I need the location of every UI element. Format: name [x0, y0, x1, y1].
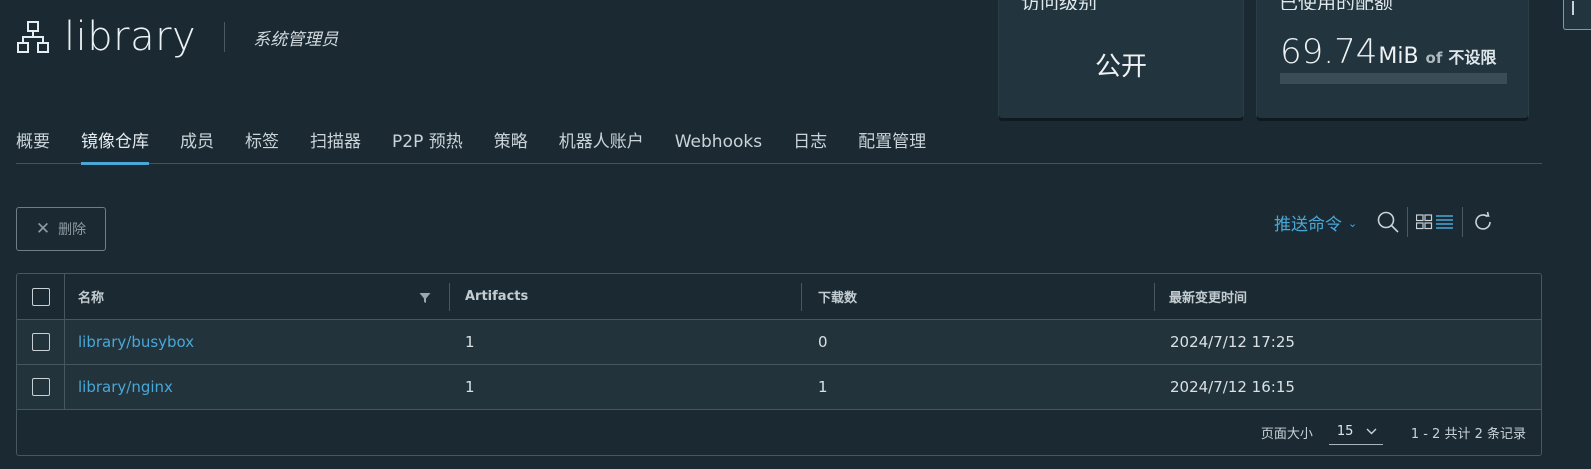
- quota-title: 已使用的配额: [1279, 0, 1393, 10]
- row-checkbox[interactable]: [31, 333, 50, 351]
- push-command-label: 推送命令: [1274, 214, 1342, 235]
- tab-0[interactable]: 概要: [16, 128, 50, 164]
- repository-table: 名称 Artifacts 下载数 最新变更时间 library/busybox …: [16, 273, 1542, 456]
- quota-card: 已使用的配额 69.74 MiB of 不设限: [1257, 0, 1528, 118]
- quota-used-value: 69.74: [1280, 32, 1378, 72]
- search-icon[interactable]: [1375, 209, 1401, 235]
- tab-2[interactable]: 成员: [180, 128, 214, 164]
- column-header-pulls[interactable]: 下载数: [818, 274, 857, 319]
- last-modified-time: 2024/7/12 16:15: [1170, 378, 1295, 396]
- user-role: 系统管理员: [253, 29, 339, 50]
- last-modified-time: 2024/7/12 17:25: [1170, 333, 1295, 351]
- table-header: 名称 Artifacts 下载数 最新变更时间: [17, 274, 1541, 320]
- column-divider: [449, 283, 450, 311]
- artifacts-count: 1: [465, 378, 475, 396]
- tab-5[interactable]: P2P 预热: [392, 128, 463, 164]
- access-level-title: 访问级别: [1021, 0, 1097, 10]
- project-header: library 系统管理员: [16, 10, 338, 64]
- tab-4[interactable]: 扫描器: [310, 128, 361, 164]
- quota-usage: 69.74 MiB of 不设限: [1280, 32, 1496, 72]
- repository-name-link[interactable]: library/nginx: [78, 378, 173, 396]
- access-level-value: 公开: [1094, 52, 1147, 82]
- side-panel-toggle-button[interactable]: [1563, 0, 1591, 30]
- chevron-down-icon: [1366, 428, 1377, 435]
- filter-icon[interactable]: [419, 292, 431, 304]
- select-all-checkbox[interactable]: [31, 287, 50, 306]
- tab-7[interactable]: 机器人账户: [559, 128, 644, 164]
- tab-6[interactable]: 策略: [494, 128, 528, 164]
- column-divider: [1154, 283, 1155, 311]
- page-size-value: 15: [1336, 424, 1354, 439]
- column-divider: [801, 283, 802, 311]
- chevron-down-icon: ⌄: [1348, 216, 1358, 230]
- delete-button-label: 删除: [58, 222, 87, 238]
- quota-of-label: of: [1425, 49, 1443, 67]
- refresh-icon[interactable]: [1471, 209, 1495, 235]
- page-size-select[interactable]: 15: [1328, 419, 1383, 445]
- pull-count: 1: [818, 378, 828, 396]
- tab-10[interactable]: 配置管理: [858, 128, 926, 164]
- project-tree-icon: [17, 21, 49, 53]
- header-divider: [224, 22, 226, 52]
- row-checkbox-cell: [17, 365, 65, 409]
- tab-3[interactable]: 标签: [245, 128, 279, 164]
- table-row[interactable]: library/busybox 1 0 2024/7/12 17:25: [17, 320, 1541, 365]
- pagination-summary: 1 - 2 共计 2 条记录: [1410, 426, 1526, 442]
- project-tabs: 概要 镜像仓库 成员 标签 扫描器 P2P 预热 策略 机器人账户 Webhooks 日志 配置管理: [16, 128, 1542, 165]
- quota-limit-value: 不设限: [1448, 48, 1497, 67]
- tab-8[interactable]: Webhooks: [675, 128, 762, 164]
- table-row[interactable]: library/nginx 1 1 2024/7/12 16:15: [17, 365, 1541, 410]
- pull-count: 0: [818, 333, 828, 351]
- toolbar-divider: [1462, 207, 1464, 237]
- row-checkbox-cell: [17, 320, 65, 364]
- page-size-label: 页面大小: [1260, 426, 1313, 442]
- panel-icon: [1572, 1, 1582, 15]
- delete-button[interactable]: ✕ 删除: [16, 207, 106, 251]
- grid-list-toggle-icon[interactable]: [1416, 209, 1454, 235]
- repository-name-link[interactable]: library/busybox: [78, 333, 194, 351]
- table-footer: 页面大小 15 1 - 2 共计 2 条记录: [17, 409, 1541, 455]
- project-name: library: [64, 14, 197, 60]
- select-all-checkbox-cell: [17, 274, 65, 319]
- quota-progress-bar: [1280, 73, 1507, 84]
- quota-used-unit: MiB: [1378, 44, 1419, 69]
- repo-toolbar: 推送命令 ⌄: [1274, 206, 1495, 238]
- row-checkbox[interactable]: [31, 378, 50, 396]
- column-header-name[interactable]: 名称: [78, 274, 104, 319]
- toolbar-divider: [1407, 207, 1409, 237]
- push-command-dropdown[interactable]: 推送命令 ⌄: [1274, 210, 1357, 235]
- tab-9[interactable]: 日志: [793, 128, 827, 164]
- tab-1[interactable]: 镜像仓库: [81, 128, 149, 165]
- close-icon: ✕: [35, 219, 51, 239]
- access-level-card: 访问级别 公开: [999, 0, 1243, 118]
- column-header-artifacts[interactable]: Artifacts: [465, 274, 528, 319]
- column-header-updated[interactable]: 最新变更时间: [1169, 274, 1247, 319]
- artifacts-count: 1: [465, 333, 475, 351]
